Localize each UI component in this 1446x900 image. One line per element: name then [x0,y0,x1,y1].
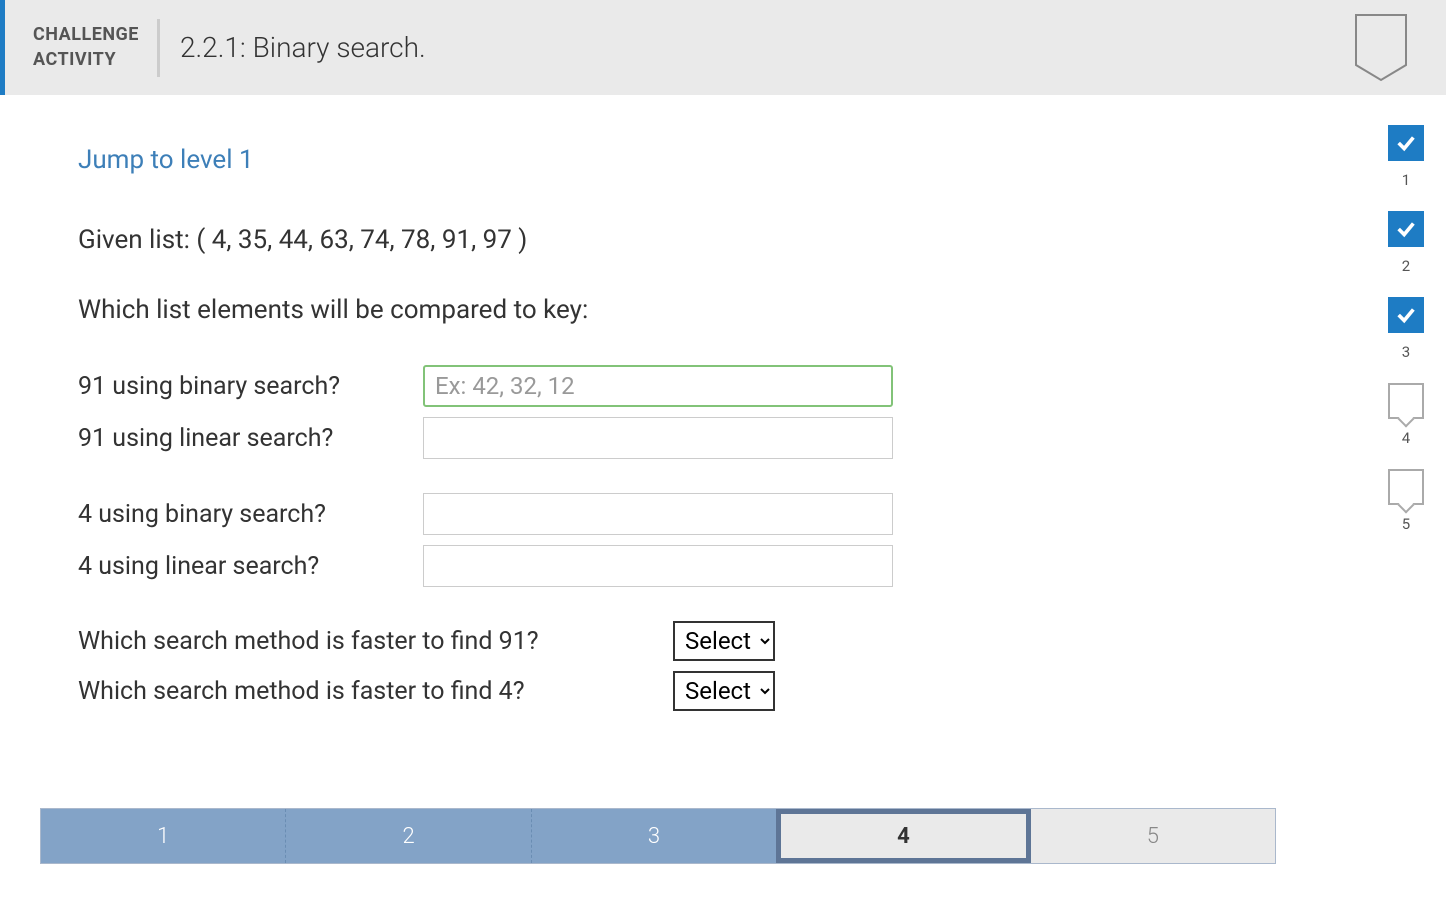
answer-input-2[interactable] [423,417,893,459]
question-label-4: 4 using linear search? [78,552,423,581]
header-tag: CHALLENGE ACTIVITY [33,19,160,77]
question-label-1: 91 using binary search? [78,372,423,401]
select-label-2: Which search method is faster to find 4? [78,677,673,706]
progress-num-4: 4 [1402,429,1410,447]
header-tag-line1: CHALLENGE [33,23,139,47]
question-row-2: 91 using linear search? [78,417,1326,459]
progress-step-3[interactable]: 3 [1388,297,1424,361]
level-tab-2[interactable]: 2 [286,809,531,863]
activity-header: CHALLENGE ACTIVITY 2.2.1: Binary search. [0,0,1446,95]
level-tab-5[interactable]: 5 [1031,809,1275,863]
prompt-text: Which list elements will be compared to … [78,295,1326,325]
jump-to-level-link[interactable]: Jump to level 1 [78,145,1326,175]
question-row-4: 4 using linear search? [78,545,1326,587]
progress-step-2[interactable]: 2 [1388,211,1424,275]
header-tag-line2: ACTIVITY [33,48,139,72]
select-row-1: Which search method is faster to find 91… [78,621,1326,661]
answer-input-1[interactable] [423,365,893,407]
check-icon [1388,297,1424,333]
check-icon [1388,125,1424,161]
check-icon [1388,211,1424,247]
question-label-2: 91 using linear search? [78,424,423,453]
progress-step-4[interactable]: 4 [1388,383,1424,447]
question-label-3: 4 using binary search? [78,500,423,529]
activity-title: 2.2.1: Binary search. [180,31,426,64]
level-tab-1[interactable]: 1 [41,809,286,863]
select-row-2: Which search method is faster to find 4?… [78,671,1326,711]
answer-input-3[interactable] [423,493,893,535]
select-method-91[interactable]: Select [673,621,775,661]
progress-num-1: 1 [1402,171,1410,189]
select-method-4[interactable]: Select [673,671,775,711]
answer-input-4[interactable] [423,545,893,587]
progress-num-5: 5 [1402,515,1410,533]
progress-step-5[interactable]: 5 [1388,469,1424,533]
given-list-text: Given list: ( 4, 35, 44, 63, 74, 78, 91,… [78,225,1326,255]
select-label-1: Which search method is faster to find 91… [78,627,673,656]
level-tab-4[interactable]: 4 [776,809,1030,863]
pending-icon [1388,383,1424,419]
level-footer: 1 2 3 4 5 [40,808,1276,864]
content-area: Jump to level 1 Given list: ( 4, 35, 44,… [0,95,1366,721]
progress-num-3: 3 [1402,343,1410,361]
level-tab-3[interactable]: 3 [532,809,776,863]
bookmark-icon[interactable] [1351,10,1411,86]
question-row-3: 4 using binary search? [78,493,1326,535]
progress-num-2: 2 [1402,257,1410,275]
progress-sidebar: 1 2 3 4 5 [1366,95,1446,721]
pending-icon [1388,469,1424,505]
progress-step-1[interactable]: 1 [1388,125,1424,189]
question-row-1: 91 using binary search? [78,365,1326,407]
